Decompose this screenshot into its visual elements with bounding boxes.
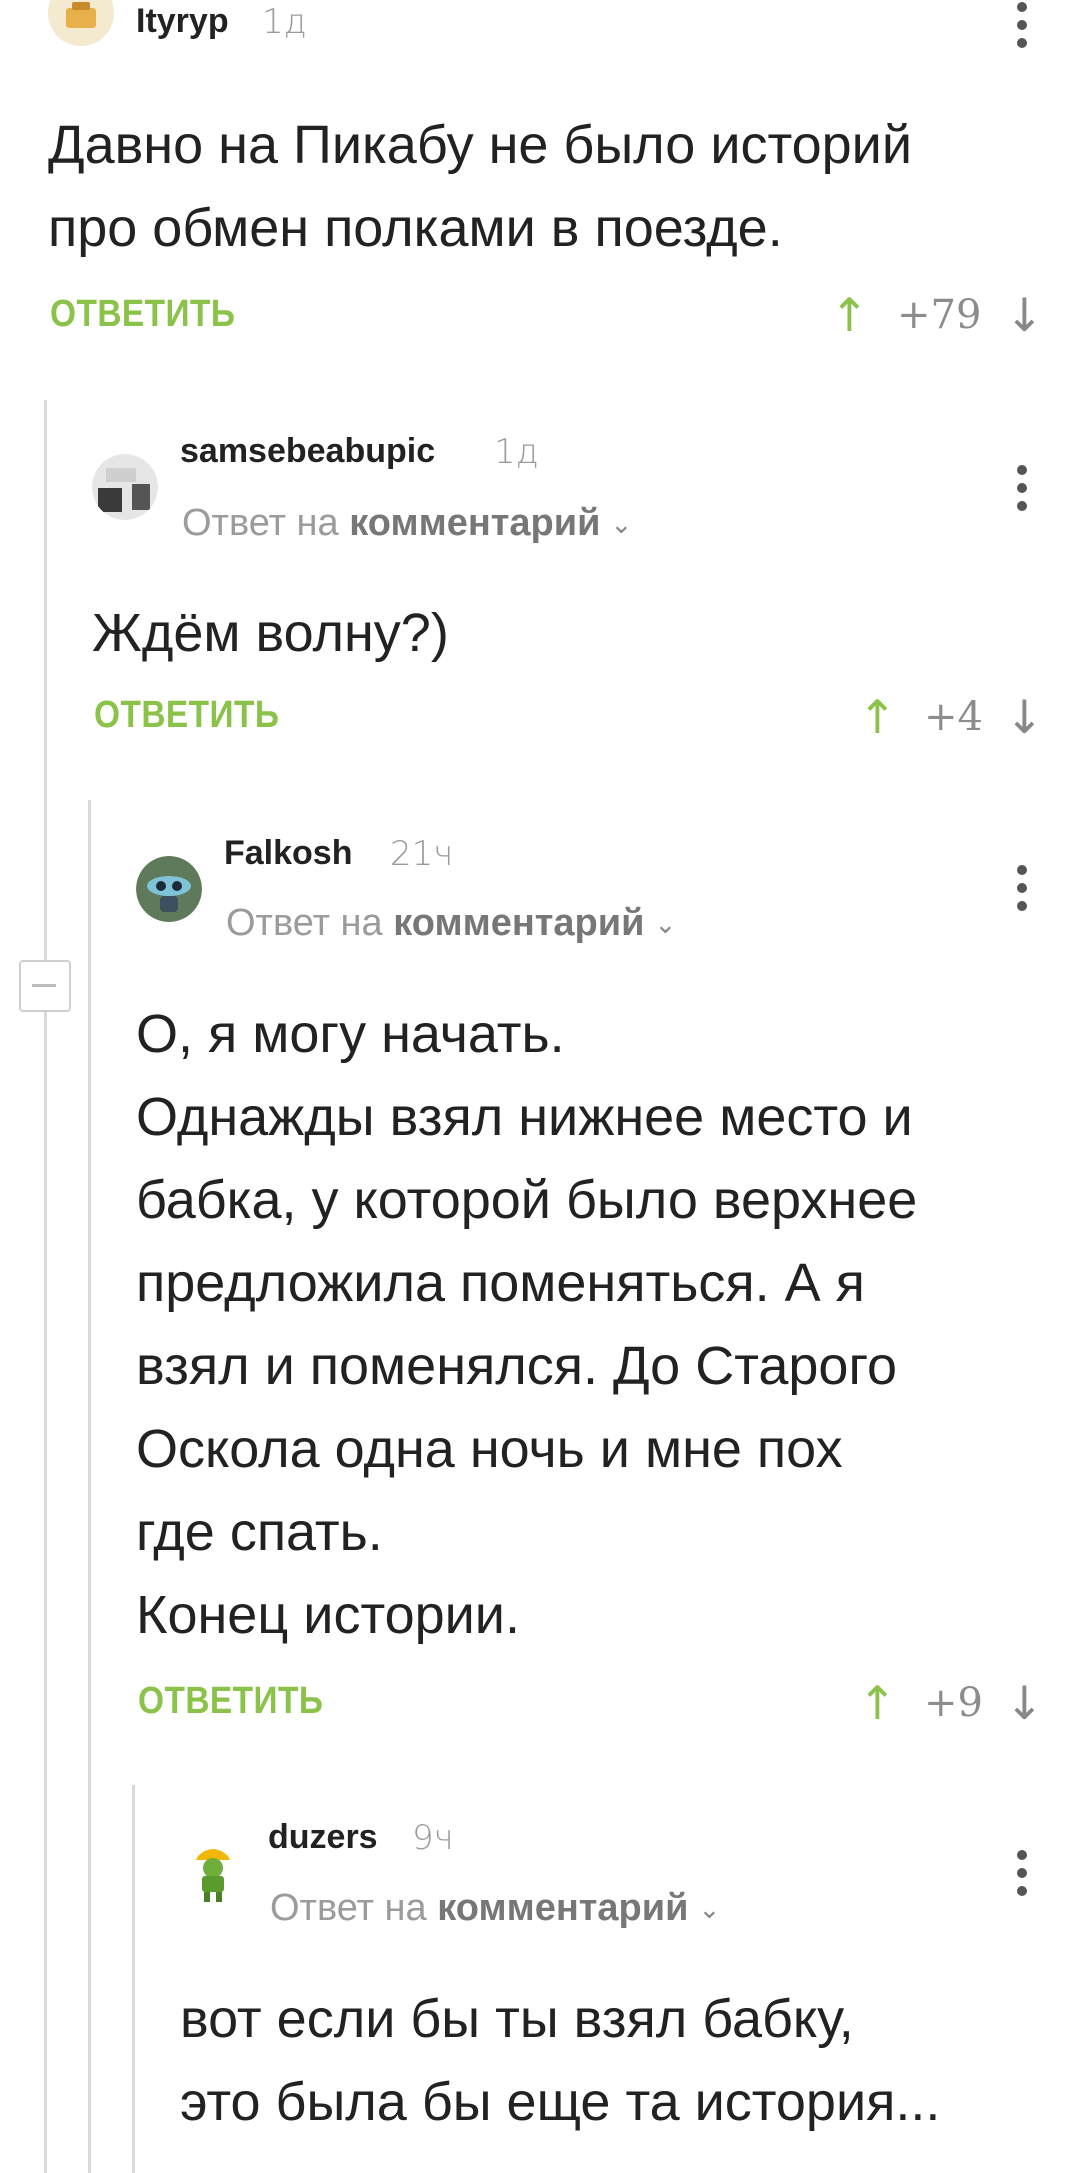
more-options-icon[interactable] <box>1015 1850 1029 1904</box>
avatar-image-icon <box>136 856 202 922</box>
user-avatar[interactable] <box>48 0 114 46</box>
reply-to-target[interactable]: комментарий <box>349 502 600 544</box>
reply-to-prefix: Ответ на <box>182 502 339 544</box>
downvote-icon[interactable]: ↓ <box>1005 1680 1044 1726</box>
upvote-icon[interactable]: ↑ <box>830 292 869 338</box>
more-options-icon[interactable] <box>1015 865 1029 919</box>
comment-rating: +9 <box>924 1680 983 1726</box>
thread-line-level-3 <box>132 1785 135 2173</box>
downvote-icon[interactable]: ↓ <box>1005 292 1044 338</box>
upvote-icon[interactable]: ↑ <box>858 694 897 740</box>
avatar-image-icon <box>92 454 158 520</box>
comment-time: 21ч <box>390 834 454 874</box>
comment-text: Ждём волну?) <box>92 603 449 663</box>
reply-button[interactable]: ОТВЕТИТЬ <box>138 1680 323 1723</box>
comment-username[interactable]: samsebeabupic <box>180 432 435 471</box>
more-options-icon[interactable] <box>1015 2 1029 56</box>
comment-username[interactable]: Ityryp <box>136 2 229 41</box>
comment-time: 9ч <box>412 1818 454 1858</box>
chevron-down-icon[interactable]: ⌄ <box>610 509 632 540</box>
chevron-down-icon[interactable]: ⌄ <box>654 909 676 940</box>
avatar-image-icon <box>48 0 114 46</box>
user-avatar[interactable] <box>136 856 202 922</box>
reply-to-prefix: Ответ на <box>270 1887 427 1929</box>
comment-time: 1д <box>494 432 539 472</box>
reply-button[interactable]: ОТВЕТИТЬ <box>50 293 235 336</box>
comment-rating: +4 <box>924 694 983 740</box>
chevron-down-icon[interactable]: ⌄ <box>698 1894 720 1925</box>
reply-to-target[interactable]: комментарий <box>437 1887 688 1929</box>
user-avatar[interactable] <box>92 454 158 520</box>
comment-text: вот если бы ты взял бабку, это была бы е… <box>180 1989 941 2132</box>
comment-time: 1д <box>262 2 307 42</box>
collapse-thread-button[interactable] <box>19 960 71 1012</box>
comment-text: О, я могу начать. Однажды взял нижнее ме… <box>136 1004 918 1645</box>
reply-to-link[interactable]: Ответ на комментарий ⌄ <box>226 902 676 945</box>
downvote-icon[interactable]: ↓ <box>1005 694 1044 740</box>
comment-username[interactable]: duzers <box>268 1818 378 1857</box>
comment-username[interactable]: Falkosh <box>224 834 352 873</box>
reply-to-target[interactable]: комментарий <box>393 902 644 944</box>
upvote-icon[interactable]: ↑ <box>858 1680 897 1726</box>
thread-line-level-2 <box>88 800 91 2173</box>
avatar-image-icon <box>180 1838 246 1904</box>
comment-text: Давно на Пикабу не было историй про обме… <box>48 115 912 258</box>
more-options-icon[interactable] <box>1015 465 1029 519</box>
reply-to-link[interactable]: Ответ на комментарий ⌄ <box>182 502 632 545</box>
comment-rating: +79 <box>897 292 982 338</box>
user-avatar[interactable] <box>180 1838 246 1904</box>
reply-to-link[interactable]: Ответ на комментарий ⌄ <box>270 1887 720 1930</box>
reply-to-prefix: Ответ на <box>226 902 383 944</box>
minus-icon <box>32 984 56 987</box>
thread-line-level-1 <box>44 400 47 2173</box>
reply-button[interactable]: ОТВЕТИТЬ <box>94 694 279 737</box>
